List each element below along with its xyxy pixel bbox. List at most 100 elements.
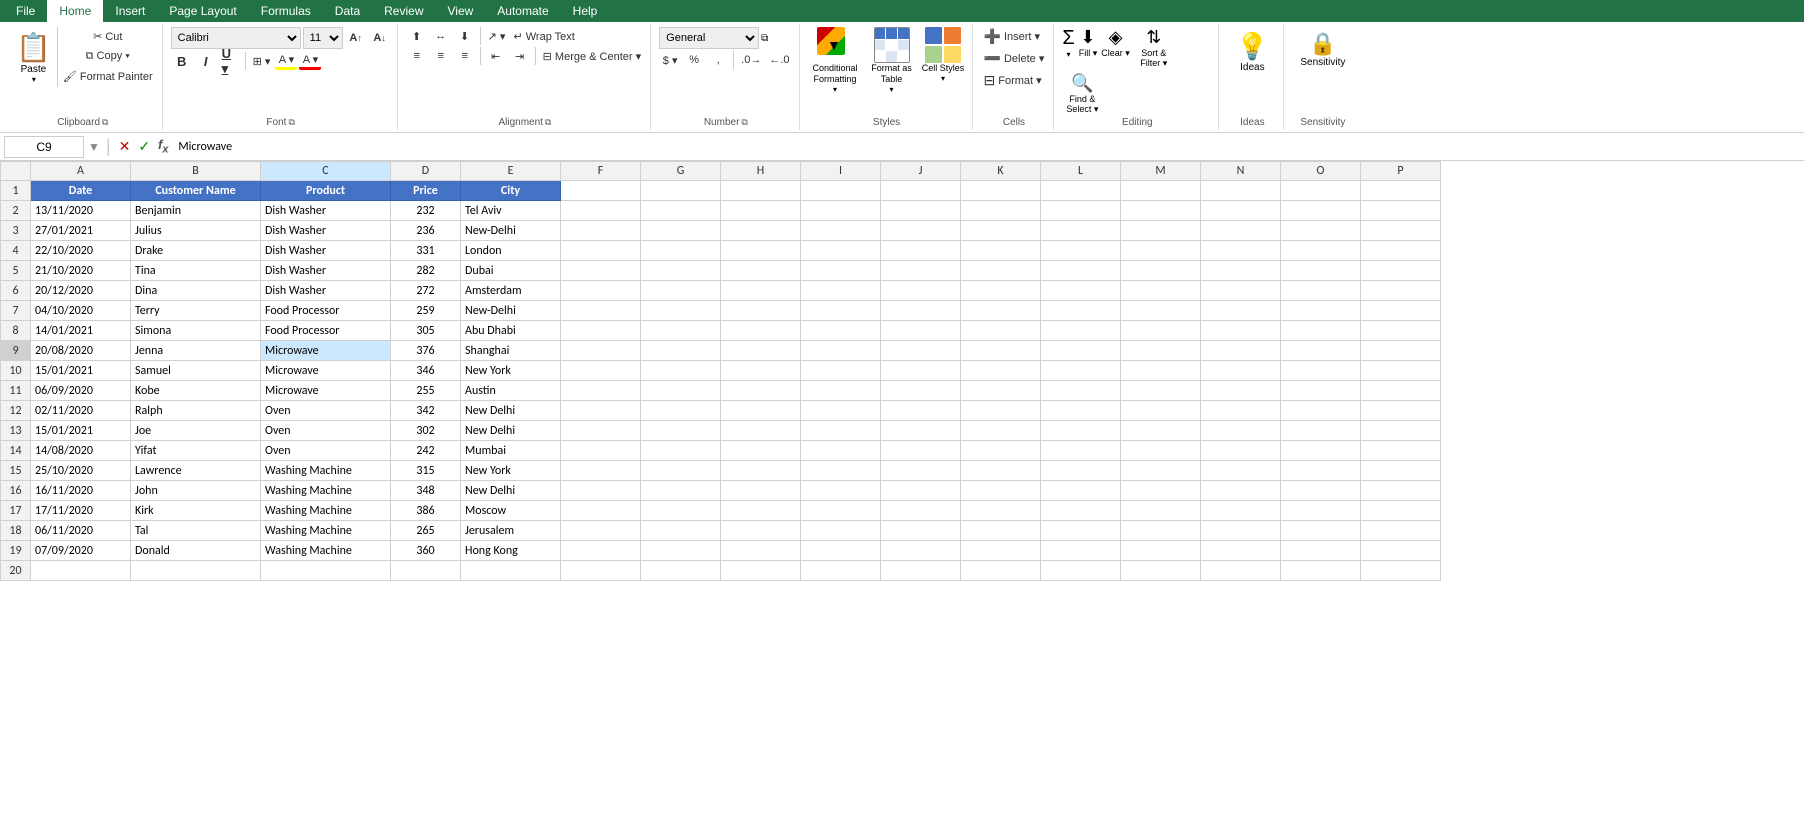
- cell-e8[interactable]: Abu Dhabi: [461, 321, 561, 341]
- empty-cell-r2-c4[interactable]: [881, 201, 961, 221]
- empty-cell-r6-c2[interactable]: [721, 281, 801, 301]
- cell-e10[interactable]: New York: [461, 361, 561, 381]
- empty-cell-r19-c0[interactable]: [561, 541, 641, 561]
- empty-cell-r3-c1[interactable]: [641, 221, 721, 241]
- empty-header-3[interactable]: [801, 181, 881, 201]
- empty-cell-r6-c6[interactable]: [1041, 281, 1121, 301]
- empty-cell-r8-c3[interactable]: [801, 321, 881, 341]
- empty-cell-r11-c5[interactable]: [961, 381, 1041, 401]
- col-header-n[interactable]: N: [1201, 162, 1281, 181]
- empty-cell-r3-c5[interactable]: [961, 221, 1041, 241]
- empty-cell-r7-c8[interactable]: [1201, 301, 1281, 321]
- empty-cell-r12-c5[interactable]: [961, 401, 1041, 421]
- empty-cell-r13-c8[interactable]: [1201, 421, 1281, 441]
- empty-cell-r7-c10[interactable]: [1361, 301, 1441, 321]
- col-header-m[interactable]: M: [1121, 162, 1201, 181]
- cell-a13[interactable]: 15/01/2021: [31, 421, 131, 441]
- empty-cell-r14-c6[interactable]: [1041, 441, 1121, 461]
- empty-cell-r15-c7[interactable]: [1121, 461, 1201, 481]
- copy-button[interactable]: ⧉ Copy ▾: [60, 47, 156, 65]
- empty-last-8[interactable]: [801, 561, 881, 581]
- header-cell-4[interactable]: Price: [391, 181, 461, 201]
- col-header-c[interactable]: C: [261, 162, 391, 181]
- cell-a9[interactable]: 20/08/2020: [31, 341, 131, 361]
- cell-d10[interactable]: 346: [391, 361, 461, 381]
- cell-d5[interactable]: 282: [391, 261, 461, 281]
- empty-last-13[interactable]: [1201, 561, 1281, 581]
- empty-cell-r8-c5[interactable]: [961, 321, 1041, 341]
- empty-cell-r13-c0[interactable]: [561, 421, 641, 441]
- empty-cell-r19-c6[interactable]: [1041, 541, 1121, 561]
- empty-cell-r5-c2[interactable]: [721, 261, 801, 281]
- empty-cell-r14-c10[interactable]: [1361, 441, 1441, 461]
- conditional-formatting-button[interactable]: ▼ ConditionalFormatting ▾: [808, 27, 863, 94]
- cell-e19[interactable]: Hong Kong: [461, 541, 561, 561]
- empty-cell-r7-c2[interactable]: [721, 301, 801, 321]
- spreadsheet-container[interactable]: A B C D E F G H I J K L M N O P 1DateCus…: [0, 161, 1804, 822]
- formula-confirm-button[interactable]: ✓: [136, 138, 152, 155]
- empty-cell-r7-c6[interactable]: [1041, 301, 1121, 321]
- empty-cell-r10-c1[interactable]: [641, 361, 721, 381]
- find-select-button[interactable]: 🔍 Find &Select ▾: [1062, 73, 1102, 115]
- col-header-l[interactable]: L: [1041, 162, 1121, 181]
- empty-header-9[interactable]: [1281, 181, 1361, 201]
- empty-cell-r13-c5[interactable]: [961, 421, 1041, 441]
- empty-cell-r15-c6[interactable]: [1041, 461, 1121, 481]
- empty-cell-r13-c7[interactable]: [1121, 421, 1201, 441]
- empty-cell-r14-c7[interactable]: [1121, 441, 1201, 461]
- cell-b2[interactable]: Benjamin: [131, 201, 261, 221]
- empty-cell-r8-c8[interactable]: [1201, 321, 1281, 341]
- cell-c16[interactable]: Washing Machine: [261, 481, 391, 501]
- empty-cell-r11-c7[interactable]: [1121, 381, 1201, 401]
- col-header-g[interactable]: G: [641, 162, 721, 181]
- cell-c18[interactable]: Washing Machine: [261, 521, 391, 541]
- empty-cell-r8-c4[interactable]: [881, 321, 961, 341]
- clipboard-label[interactable]: Clipboard ⧉: [10, 115, 156, 130]
- empty-cell-r17-c0[interactable]: [561, 501, 641, 521]
- empty-cell-r15-c8[interactable]: [1201, 461, 1281, 481]
- empty-cell-r18-c2[interactable]: [721, 521, 801, 541]
- empty-cell-r10-c5[interactable]: [961, 361, 1041, 381]
- empty-cell-r16-c4[interactable]: [881, 481, 961, 501]
- empty-cell-r13-c10[interactable]: [1361, 421, 1441, 441]
- tab-review[interactable]: Review: [372, 0, 435, 22]
- empty-cell-r14-c9[interactable]: [1281, 441, 1361, 461]
- cell-styles-button[interactable]: Cell Styles ▾: [921, 27, 966, 83]
- cell-c15[interactable]: Washing Machine: [261, 461, 391, 481]
- cell-e3[interactable]: New-Delhi: [461, 221, 561, 241]
- empty-cell-r4-c9[interactable]: [1281, 241, 1361, 261]
- cell-d14[interactable]: 242: [391, 441, 461, 461]
- cell-c12[interactable]: Oven: [261, 401, 391, 421]
- empty-cell-r4-c0[interactable]: [561, 241, 641, 261]
- cell-c9[interactable]: Microwave: [261, 341, 391, 361]
- empty-cell-r12-c1[interactable]: [641, 401, 721, 421]
- empty-cell-r8-c0[interactable]: [561, 321, 641, 341]
- bold-button[interactable]: B: [171, 51, 193, 71]
- empty-cell-r14-c3[interactable]: [801, 441, 881, 461]
- empty-cell-r9-c7[interactable]: [1121, 341, 1201, 361]
- cell-e2[interactable]: Tel Aviv: [461, 201, 561, 221]
- cell-e16[interactable]: New Delhi: [461, 481, 561, 501]
- formula-input[interactable]: [174, 140, 1800, 154]
- empty-cell-r7-c7[interactable]: [1121, 301, 1201, 321]
- italic-button[interactable]: I: [195, 51, 217, 71]
- cell-a12[interactable]: 02/11/2020: [31, 401, 131, 421]
- empty-cell-r13-c4[interactable]: [881, 421, 961, 441]
- empty-cell-r18-c8[interactable]: [1201, 521, 1281, 541]
- empty-header-5[interactable]: [961, 181, 1041, 201]
- cell-b6[interactable]: Dina: [131, 281, 261, 301]
- empty-cell-r6-c10[interactable]: [1361, 281, 1441, 301]
- cell-b19[interactable]: Donald: [131, 541, 261, 561]
- empty-cell-r19-c5[interactable]: [961, 541, 1041, 561]
- cell-a19[interactable]: 07/09/2020: [31, 541, 131, 561]
- align-right-button[interactable]: ≡: [454, 47, 476, 65]
- cell-a5[interactable]: 21/10/2020: [31, 261, 131, 281]
- cell-c11[interactable]: Microwave: [261, 381, 391, 401]
- cell-a16[interactable]: 16/11/2020: [31, 481, 131, 501]
- empty-cell-r19-c1[interactable]: [641, 541, 721, 561]
- sensitivity-button[interactable]: 🔒 Sensitivity: [1292, 27, 1353, 72]
- tab-home[interactable]: Home: [47, 0, 103, 22]
- empty-cell-r15-c4[interactable]: [881, 461, 961, 481]
- empty-cell-r2-c2[interactable]: [721, 201, 801, 221]
- empty-cell-r16-c0[interactable]: [561, 481, 641, 501]
